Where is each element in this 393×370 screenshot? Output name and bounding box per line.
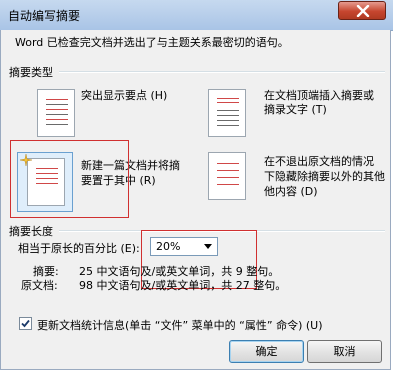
option-highlight-thumbnail[interactable] [37,89,75,137]
option-hide-others-thumbnail[interactable] [208,152,246,200]
original-stats-value: 98 中文语句及/或英文单词，共 27 整句。 [79,279,287,292]
update-stats-checkbox[interactable] [19,317,32,330]
cancel-button[interactable]: 取消 [307,340,382,363]
option-hide-others-label-line2[interactable]: 下隐藏除摘要以外的其他 [264,168,385,184]
group-separator [59,71,385,73]
intro-text: Word 已检查完文档并选出了与主题关系最密切的语句。 [15,36,289,49]
ok-button[interactable]: 确定 [229,340,304,363]
percent-label: 相当于原长的百分比 (E): [18,242,140,255]
option-hide-others-label-line1[interactable]: 在不退出原文档的情况 [264,153,374,169]
checkmark-icon [21,319,30,328]
option-insert-top-label-line2[interactable]: 摘录文字 (T) [264,101,327,117]
option-highlight-label[interactable]: 突出显示要点 (H) [81,87,167,103]
summary-length-label: 摘要长度 [9,225,53,238]
original-stats-label: 原文档: [21,279,58,292]
option-insert-top-thumbnail[interactable] [208,89,246,137]
summary-type-label: 摘要类型 [9,66,53,79]
close-button[interactable] [338,1,386,20]
close-icon [356,5,370,17]
option-hide-others-label-line3[interactable]: 他内容 (D) [264,183,318,199]
window-title: 自动编写摘要 [8,9,81,23]
dialog-body: Word 已检查完文档并选出了与主题关系最密切的语句。 摘要类型 突出显示要点 … [0,30,391,370]
highlight-box-option [10,140,129,218]
update-stats-label[interactable]: 更新文档统计信息(单击 “文件” 菜单中的 “属性” 命令) (U) [37,317,323,333]
title-bar: 自动编写摘要 [0,0,393,31]
